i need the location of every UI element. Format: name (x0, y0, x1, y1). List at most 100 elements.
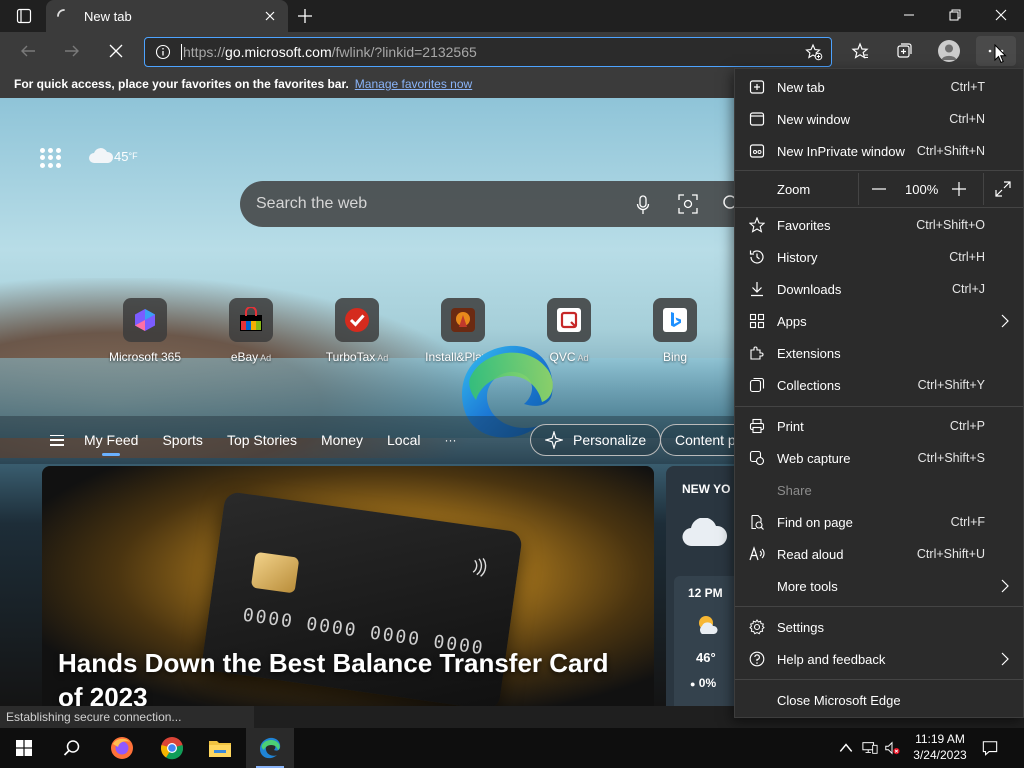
zoom-in-button[interactable] (949, 179, 969, 199)
apps-icon (749, 313, 765, 329)
taskbar-firefox[interactable] (98, 728, 146, 768)
taskbar-file-explorer[interactable] (196, 728, 244, 768)
taskbar-chrome[interactable] (148, 728, 196, 768)
feed-tab-my-feed[interactable]: My Feed (84, 432, 138, 456)
add-favorite-icon[interactable] (805, 43, 823, 61)
ad-badge: Ad (377, 353, 389, 363)
fullscreen-button[interactable] (993, 179, 1013, 199)
back-button[interactable] (14, 38, 42, 64)
feed-tab-local[interactable]: Local (387, 432, 420, 448)
menu-item-label: Read aloud (777, 546, 844, 562)
tab-new-tab[interactable]: New tab (46, 0, 288, 32)
contactless-icon (472, 558, 487, 577)
site-info-icon[interactable] (155, 44, 171, 60)
chevron-up-icon[interactable] (838, 740, 854, 756)
profile-avatar[interactable] (938, 40, 960, 62)
notifications-icon[interactable] (982, 740, 998, 756)
menu-item-extensions[interactable]: Extensions (735, 337, 1023, 369)
menu-item-share: Share (735, 474, 1023, 506)
ad-badge: Ad (577, 353, 589, 363)
restore-button[interactable] (932, 0, 978, 30)
hero-headline[interactable]: Hands Down the Best Balance Transfer Car… (58, 646, 638, 706)
menu-item-shortcut: Ctrl+H (949, 250, 985, 264)
quick-link-bing[interactable]: Bing (622, 298, 728, 364)
hero-article[interactable]: 0000 0000 0000 0000 Hands Down the Best … (42, 466, 654, 706)
feed-more-button[interactable]: ··· (444, 433, 456, 447)
quick-link-turbotax[interactable]: TurboTax Ad (304, 298, 410, 364)
menu-item-new-window[interactable]: New window Ctrl+N (735, 103, 1023, 135)
collections-button[interactable] (890, 38, 918, 64)
manage-favorites-link[interactable]: Manage favorites now (355, 77, 472, 91)
weather-city: NEW YO (682, 482, 731, 496)
app-launcher-button[interactable] (40, 148, 62, 168)
feed-tab-money[interactable]: Money (321, 432, 363, 448)
start-button[interactable] (0, 728, 48, 768)
stop-button[interactable] (102, 38, 130, 64)
visual-search-icon[interactable] (678, 194, 698, 214)
menu-item-label: Apps (777, 313, 807, 329)
menu-item-help-and-feedback[interactable]: Help and feedback (735, 643, 1023, 675)
menu-item-label: Settings (777, 619, 824, 635)
cloud-icon (89, 148, 114, 163)
quick-link-ebay[interactable]: eBay Ad (198, 298, 304, 364)
chevron-right-icon (1001, 314, 1009, 328)
menu-item-downloads[interactable]: Downloads Ctrl+J (735, 273, 1023, 305)
weather-unit: °F (128, 151, 138, 161)
menu-item-new-tab[interactable]: New tab Ctrl+T (735, 71, 1023, 103)
menu-item-settings[interactable]: Settings (735, 611, 1023, 643)
personalize-label: Personalize (573, 432, 647, 448)
menu-item-history[interactable]: History Ctrl+H (735, 241, 1023, 273)
quick-links: Microsoft 365 eBay Ad TurboTax Ad Install&… (92, 298, 728, 364)
feed-tab-top-stories[interactable]: Top Stories (227, 432, 297, 448)
menu-item-close-edge[interactable]: Close Microsoft Edge (735, 684, 1023, 716)
menu-item-find-on-page[interactable]: Find on page Ctrl+F (735, 506, 1023, 538)
window-close-button[interactable] (978, 0, 1024, 30)
microsoft365-icon (135, 309, 155, 331)
print-icon (749, 418, 765, 434)
quick-link-label: Bing (662, 350, 688, 364)
favorites-star-icon (851, 42, 869, 59)
feed-tab-sports[interactable]: Sports (162, 432, 202, 448)
forecast-hour: 12 PM (688, 586, 723, 600)
menu-item-favorites[interactable]: Favorites Ctrl+Shift+O (735, 209, 1023, 241)
settings-menu: New tab Ctrl+T New window Ctrl+N New InP… (734, 68, 1024, 718)
tab-title: New tab (84, 8, 132, 24)
edge-icon (260, 737, 281, 759)
zoom-out-button[interactable] (869, 179, 889, 199)
menu-item-label: Find on page (777, 514, 853, 530)
url-host: go.microsoft.com (225, 44, 332, 60)
tab-close-button[interactable] (262, 8, 278, 24)
personalize-button[interactable]: Personalize (530, 424, 662, 456)
feed-menu-button[interactable] (50, 434, 64, 446)
menu-item-new-inprivate-window[interactable]: New InPrivate window Ctrl+Shift+N (735, 135, 1023, 167)
menu-item-shortcut: Ctrl+J (952, 282, 985, 296)
taskbar-search-button[interactable] (48, 728, 96, 768)
web-search-box[interactable]: Search the web (240, 181, 760, 227)
close-icon (265, 11, 275, 21)
quick-link-microsoft-365[interactable]: Microsoft 365 (92, 298, 198, 364)
weather-widget[interactable]: 45 °F (88, 148, 138, 164)
clock-time: 11:19 AM (915, 732, 965, 746)
zoom-value: 100% (905, 182, 939, 197)
system-clock[interactable]: 11:19 AM 3/24/2023 (900, 731, 980, 763)
minimize-button[interactable] (886, 0, 932, 30)
content-visibility-button[interactable]: Content p (660, 424, 740, 456)
menu-item-more-tools[interactable]: More tools (735, 570, 1023, 602)
microphone-icon[interactable] (636, 195, 650, 215)
taskbar-edge[interactable] (246, 728, 294, 768)
network-icon[interactable] (862, 740, 878, 756)
inprivate-icon (749, 144, 765, 158)
menu-item-read-aloud[interactable]: Read aloud Ctrl+Shift+U (735, 538, 1023, 570)
menu-item-apps[interactable]: Apps (735, 305, 1023, 337)
volume-muted-icon[interactable] (884, 740, 900, 756)
menu-item-print[interactable]: Print Ctrl+P (735, 410, 1023, 442)
settings-more-button[interactable] (976, 36, 1016, 66)
address-bar[interactable]: https://go.microsoft.com/fwlink/?linkid=… (144, 37, 832, 67)
forward-button[interactable] (58, 38, 86, 64)
menu-item-collections[interactable]: Collections Ctrl+Shift+Y (735, 369, 1023, 401)
menu-item-web-capture[interactable]: Web capture Ctrl+Shift+S (735, 442, 1023, 474)
new-tab-button[interactable] (294, 6, 316, 26)
content-pill-label: Content p (675, 432, 736, 448)
tab-actions-button[interactable] (8, 6, 40, 26)
favorites-button[interactable] (846, 38, 874, 64)
